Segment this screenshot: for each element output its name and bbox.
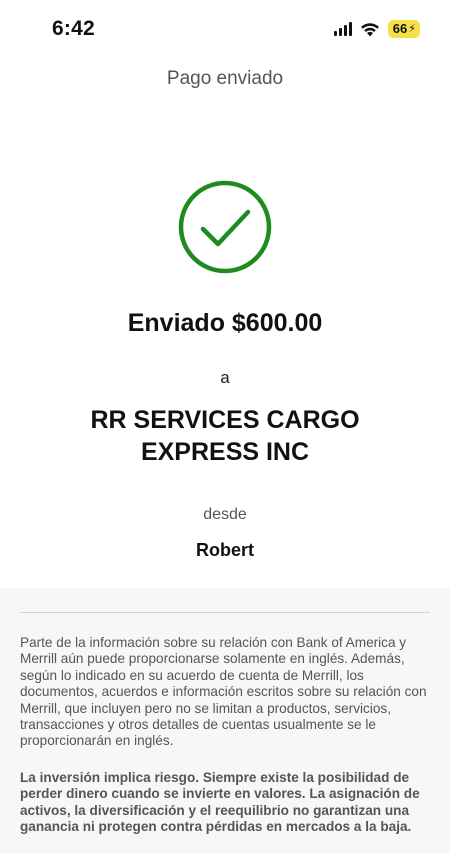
language-disclosure: Parte de la información sobre su relació… — [20, 635, 427, 749]
status-time: 6:42 — [52, 17, 95, 40]
recipient-name: RR SERVICES CARGO EXPRESS INC — [90, 406, 360, 466]
status-bar: 6:42 66 ⚡ — [0, 0, 450, 56]
disclosure-section: Parte de la información sobre su relació… — [0, 588, 450, 853]
page-title: Pago enviado — [166, 68, 284, 89]
sender-name: Robert — [196, 540, 254, 560]
risk-disclosure: La inversión implica riesgo. Siempre exi… — [20, 770, 420, 835]
from-label: desde — [203, 506, 247, 523]
charging-bolt-icon: ⚡ — [408, 23, 416, 35]
sent-amount: Enviado $600.00 — [127, 309, 323, 337]
cellular-signal-icon — [333, 22, 352, 36]
to-label: a — [220, 368, 230, 387]
battery-level: 66 — [392, 21, 408, 36]
divider — [20, 612, 430, 613]
battery-indicator: 66 ⚡ — [387, 20, 420, 38]
checkmark-circle-icon — [178, 180, 272, 274]
status-icons: 66 ⚡ — [333, 20, 420, 38]
wifi-icon — [360, 22, 379, 36]
